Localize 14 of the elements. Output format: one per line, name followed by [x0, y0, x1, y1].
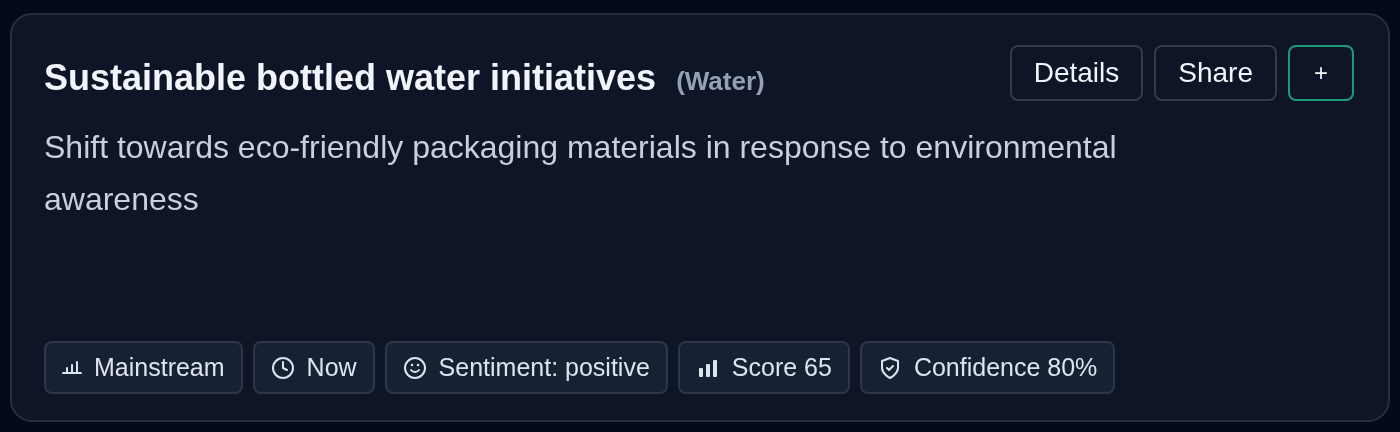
smile-icon — [402, 355, 427, 380]
chip-label: Mainstream — [94, 353, 225, 382]
action-button[interactable]: Details — [1009, 45, 1144, 101]
chip-label: Now — [306, 353, 357, 382]
card-title: Sustainable bottled water initiatives — [44, 57, 657, 99]
chip-label: Score 65 — [731, 353, 832, 382]
chip-label: Confidence 80% — [913, 353, 1098, 382]
clock-icon — [270, 355, 295, 380]
card-description: Shift towards eco-friendly packaging materials in response to environmental awareness — [44, 128, 1118, 219]
action-button[interactable]: Share — [1154, 45, 1277, 101]
category-label: (Water) — [676, 66, 765, 97]
chip-label: Sentiment: positive — [438, 353, 650, 382]
add-button[interactable]: + — [1288, 45, 1354, 101]
bar-chart-icon — [62, 360, 82, 375]
